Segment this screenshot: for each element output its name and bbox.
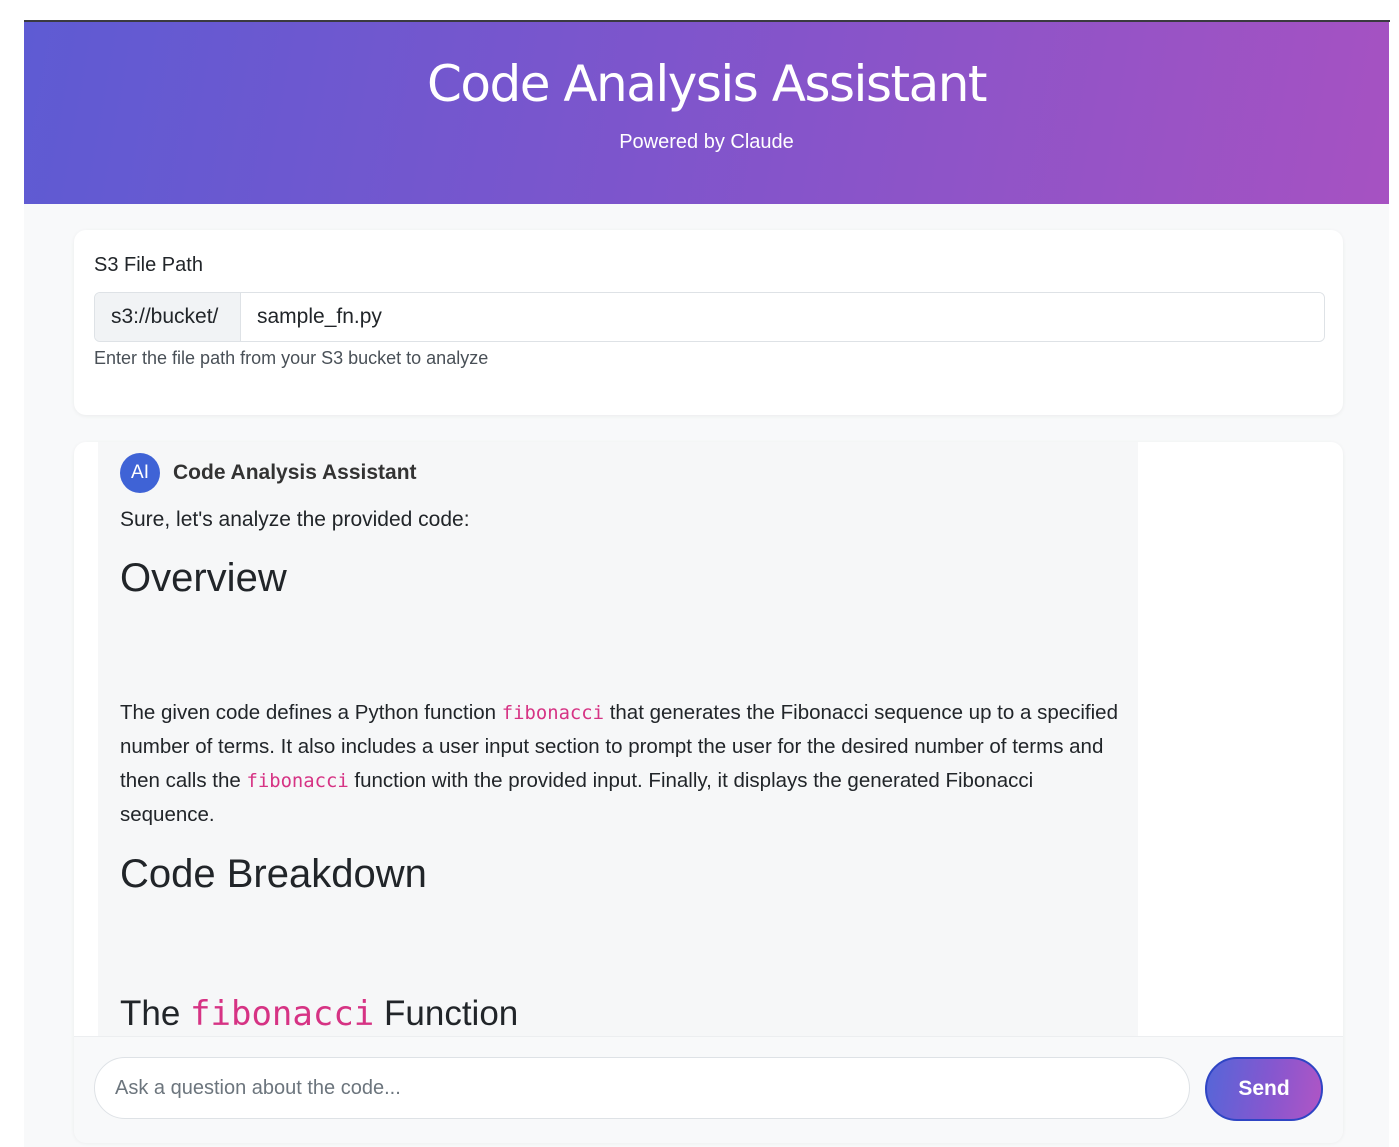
heading-overview: Overview [120,556,287,600]
paragraph-text: The given code defines a Python function [120,701,502,724]
message-intro: Sure, let's analyze the provided code: [120,508,470,531]
send-button[interactable]: Send [1205,1057,1323,1121]
app-container: Code Analysis Assistant Powered by Claud… [24,22,1389,1147]
inline-code: fibonacci [190,994,375,1034]
file-path-help-text: Enter the file path from your S3 bucket … [94,348,489,368]
file-path-input[interactable] [241,293,1324,341]
file-path-card: S3 File Path s3://bucket/ Enter the file… [74,230,1343,415]
file-path-input-group: s3://bucket/ [94,292,1325,342]
message-header: AI Code Analysis Assistant [120,453,417,493]
avatar: AI [120,453,160,493]
overview-paragraph: The given code defines a Python function… [120,696,1120,832]
s3-prefix: s3://bucket/ [95,293,241,341]
message-composer: Send [74,1036,1343,1143]
assistant-message[interactable]: AI Code Analysis Assistant Sure, let's a… [98,442,1138,1036]
inline-code: fibonacci [501,702,604,724]
app-header: Code Analysis Assistant Powered by Claud… [24,22,1389,204]
sender-name: Code Analysis Assistant [173,461,417,484]
file-path-label: S3 File Path [94,254,203,276]
heading-fibonacci-function: The fibonacci Function [120,994,518,1034]
app-title: Code Analysis Assistant [426,55,988,113]
heading-text: The [120,994,191,1033]
heading-text: Function [374,994,519,1033]
app-subtitle: Powered by Claude [619,131,794,153]
question-input[interactable] [94,1057,1190,1119]
chat-card: AI Code Analysis Assistant Sure, let's a… [74,442,1343,1143]
heading-code-breakdown: Code Breakdown [120,852,427,896]
inline-code: fibonacci [246,770,349,792]
